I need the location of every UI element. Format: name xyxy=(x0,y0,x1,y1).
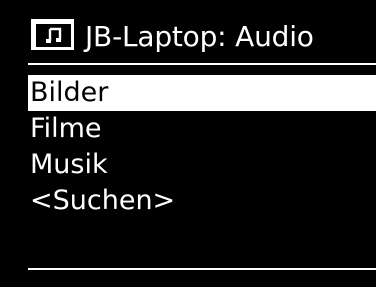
music-note-glyph xyxy=(46,27,62,43)
music-note-icon xyxy=(31,19,74,50)
menu-item-filme[interactable]: Filme xyxy=(28,111,376,147)
header-divider xyxy=(28,63,376,65)
menu-item-bilder[interactable]: Bilder xyxy=(28,75,376,111)
footer-divider xyxy=(28,268,376,270)
menu-item-suchen[interactable]: <Suchen> xyxy=(28,183,376,219)
page-title: JB-Laptop: Audio xyxy=(85,20,314,53)
menu-item-musik[interactable]: Musik xyxy=(28,147,376,183)
radio-display: JB-Laptop: Audio Bilder Filme Musik <Suc… xyxy=(0,0,376,287)
header: JB-Laptop: Audio xyxy=(0,18,376,62)
menu-list: Bilder Filme Musik <Suchen> xyxy=(28,75,376,219)
